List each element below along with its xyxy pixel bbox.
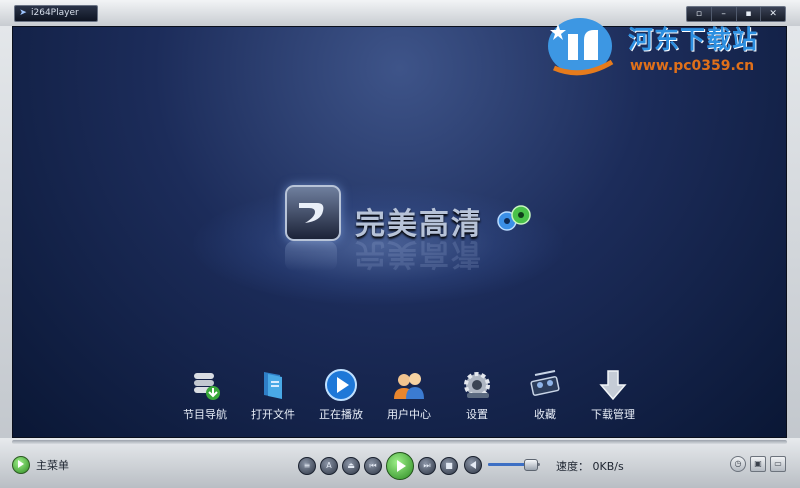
play-button[interactable] xyxy=(386,452,414,480)
menu-item-settings[interactable]: 设置 xyxy=(445,367,509,422)
menu-item-label: 收藏 xyxy=(534,408,556,421)
volume-knob[interactable] xyxy=(523,459,538,471)
brand-logo-icon xyxy=(285,185,341,241)
subtitle-button[interactable]: A xyxy=(320,457,338,475)
tray-icons: ◷ ▣ ▭ xyxy=(730,456,790,472)
app-title: ➤ i264Player xyxy=(14,5,98,22)
film-reel-icon xyxy=(530,370,560,396)
menu-item-download-manager[interactable]: 下载管理 xyxy=(581,367,645,422)
menu-item-favorites[interactable]: 收藏 xyxy=(513,367,577,422)
brand-text-reflection: 完美高清 xyxy=(355,236,483,271)
database-download-icon xyxy=(194,373,220,400)
menu-item-label: 打开文件 xyxy=(251,408,295,421)
menu-item-label: 正在播放 xyxy=(319,408,363,421)
download-speed: 速度： 0KB/s xyxy=(556,460,624,473)
volume-control xyxy=(464,455,544,474)
main-menu-icon xyxy=(12,456,30,474)
video-screen[interactable]: 完美高清 完美高清 节目导航 打开文件 正在播放 用户中心 设置 收藏 下载管理 xyxy=(12,26,787,438)
lock-icon[interactable]: ▣ xyxy=(750,456,766,472)
menu-item-label: 用户中心 xyxy=(387,408,431,421)
watermark: 河东下载站 www.pc0359.cn xyxy=(542,10,792,80)
brand-logo-reflection xyxy=(285,241,337,271)
stop-button[interactable]: ■ xyxy=(440,457,458,475)
watermark-site-name: 河东下载站 xyxy=(628,25,759,54)
seek-bar[interactable] xyxy=(12,440,787,444)
clock-icon[interactable]: ◷ xyxy=(730,456,746,472)
app-logo-icon: ➤ xyxy=(19,8,27,18)
volume-icon[interactable] xyxy=(464,456,482,474)
watermark-url: www.pc0359.cn xyxy=(630,58,755,74)
playlist-button[interactable]: ≡ xyxy=(298,457,316,475)
app-title-text: i264Player xyxy=(31,8,79,18)
menu-item-label: 节目导航 xyxy=(183,408,227,421)
menu-item-label: 设置 xyxy=(466,408,488,421)
users-icon xyxy=(394,373,424,399)
menu-item-open-file[interactable]: 打开文件 xyxy=(241,367,305,422)
watermark-logo-icon xyxy=(548,18,614,76)
menu-item-user-center[interactable]: 用户中心 xyxy=(377,367,441,422)
main-menu-button[interactable]: 主菜单 xyxy=(12,456,69,474)
next-button[interactable]: ⏭ xyxy=(418,457,436,475)
gear-icon xyxy=(464,372,490,398)
previous-button[interactable]: ⏮ xyxy=(364,457,382,475)
window-icon[interactable]: ▭ xyxy=(770,456,786,472)
menu-item-program-guide[interactable]: 节目导航 xyxy=(173,367,237,422)
menu-item-now-playing[interactable]: 正在播放 xyxy=(309,367,373,422)
menu-item-label: 下载管理 xyxy=(591,408,635,421)
play-circle-icon xyxy=(325,369,357,401)
download-arrow-icon xyxy=(599,370,627,401)
main-menu-label: 主菜单 xyxy=(36,459,69,472)
main-menu-row: 节目导航 打开文件 正在播放 用户中心 设置 收藏 下载管理 xyxy=(173,367,635,427)
eject-button[interactable]: ⏏ xyxy=(342,457,360,475)
player-window: ➤ i264Player ▫ – ▪ ✕ 完美高清 完美高清 节目导航 打开文件… xyxy=(0,0,800,488)
folder-book-icon xyxy=(264,372,282,399)
disc-icon xyxy=(493,203,533,233)
